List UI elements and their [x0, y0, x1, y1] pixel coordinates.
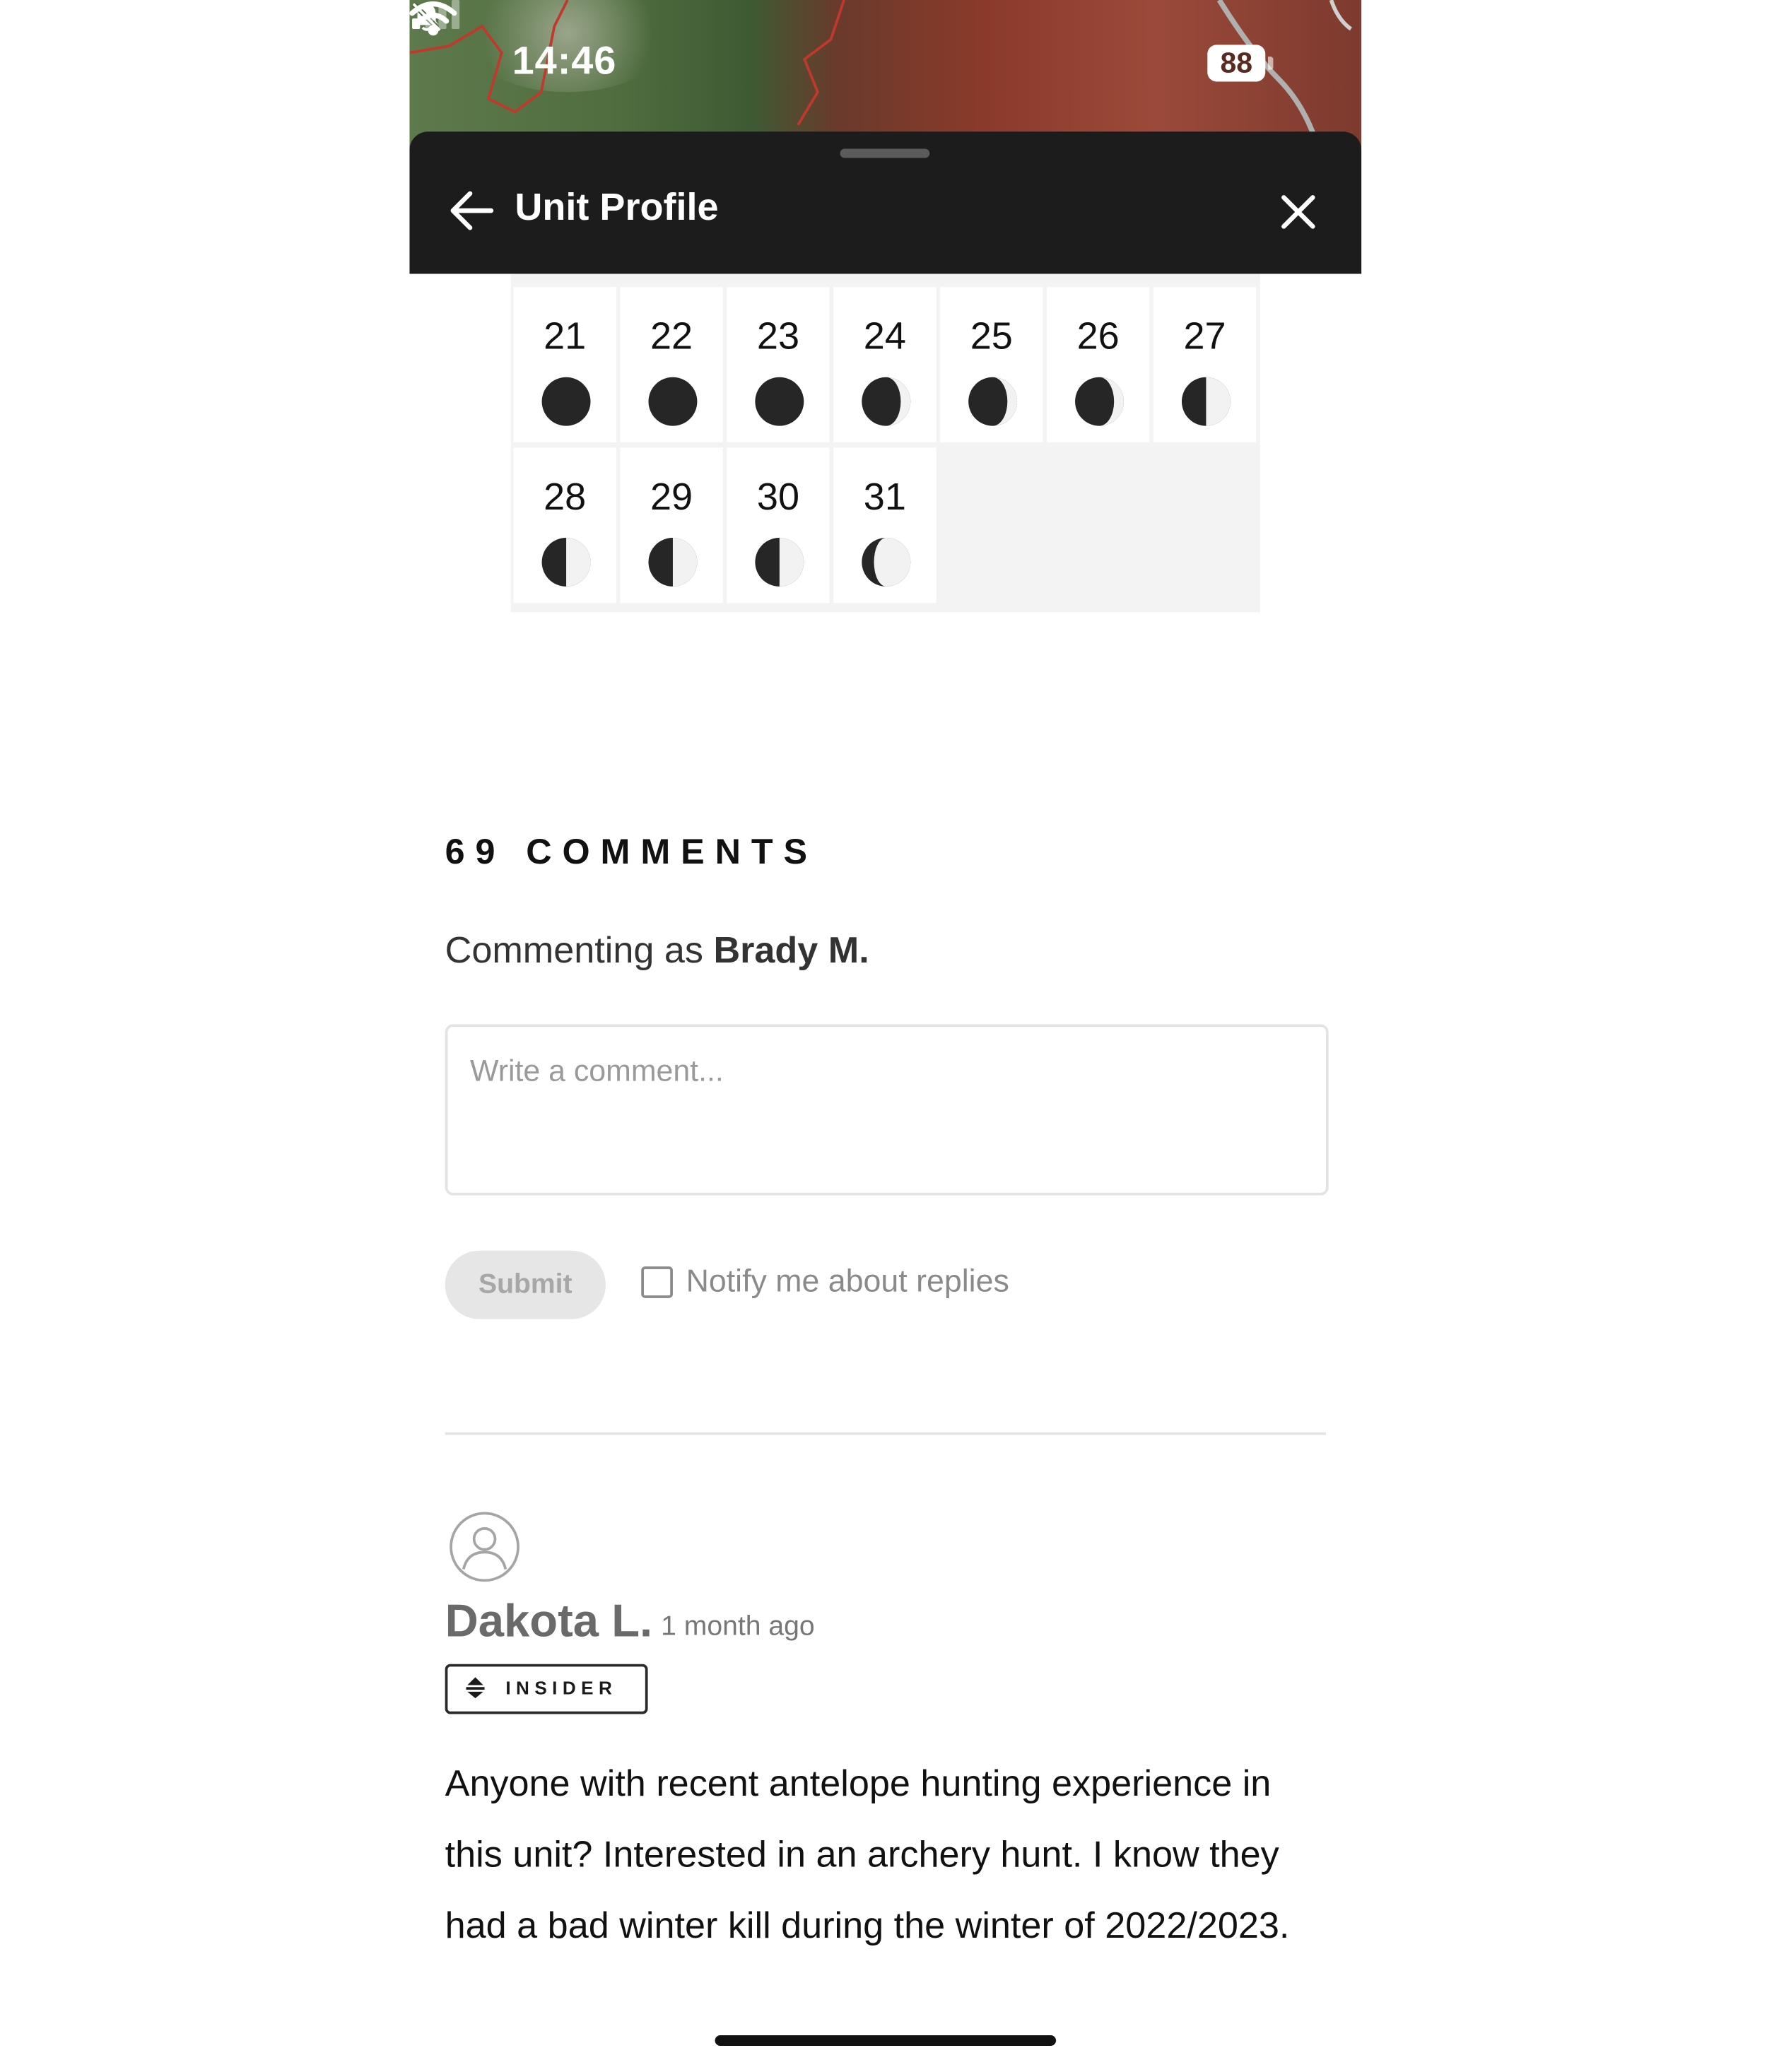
calendar-day-number: 30	[756, 476, 800, 519]
commenting-as-prefix: Commenting as	[445, 929, 703, 970]
calendar-day-number: 28	[544, 476, 587, 519]
home-indicator[interactable]	[715, 2035, 1057, 2046]
moon-first-quarter-icon	[541, 537, 591, 587]
calendar-day: 29	[620, 447, 723, 604]
calendar-day-number: 27	[1183, 316, 1226, 358]
moon-new-icon	[755, 377, 804, 426]
calendar-day-number: 24	[863, 316, 906, 358]
calendar-day: 22	[620, 287, 723, 442]
moon-waxing-crescent-icon	[1075, 377, 1124, 426]
calendar-day-number: 21	[544, 316, 587, 358]
notify-checkbox[interactable]	[641, 1266, 673, 1298]
phone-screen: 14:46 88 Unit Profile 21 22 23 24 25 26 …	[409, 0, 1362, 2072]
moon-waxing-gibbous-icon	[862, 537, 911, 587]
calendar-day-number: 22	[650, 316, 693, 358]
close-icon[interactable]	[1273, 187, 1323, 237]
comment-author[interactable]: Dakota L.	[445, 1596, 652, 1649]
moon-new-icon	[648, 377, 698, 426]
calendar-day: 24	[833, 287, 937, 442]
moon-first-quarter-icon	[1181, 377, 1231, 426]
commenting-as-name: Brady M.	[713, 929, 869, 970]
calendar-day-number: 26	[1076, 316, 1120, 358]
badge-label: INSIDER	[505, 1677, 618, 1699]
calendar-day-number: 29	[650, 476, 693, 519]
calendar-day: 21	[513, 287, 616, 442]
notify-label[interactable]: Notify me about replies	[686, 1264, 1009, 1300]
moon-first-quarter-icon	[648, 537, 698, 587]
wifi-icon	[409, 1, 457, 36]
insider-badge: INSIDER	[445, 1664, 648, 1714]
user-avatar-icon[interactable]	[449, 1512, 520, 1583]
calendar-day: 23	[727, 287, 830, 442]
calendar-day: 30	[727, 447, 830, 604]
insider-logo-icon	[466, 1677, 485, 1699]
moon-waxing-crescent-icon	[968, 377, 1018, 426]
moon-phase-calendar: 21 22 23 24 25 26 27 28 29 30 31	[510, 273, 1260, 613]
moon-new-icon	[541, 377, 591, 426]
submit-button[interactable]: Submit	[445, 1250, 606, 1319]
sheet-header: Unit Profile	[409, 131, 1362, 274]
calendar-day: 31	[833, 447, 937, 604]
comment-text: Anyone with recent antelope hunting expe…	[445, 1762, 1290, 1946]
comment-input[interactable]	[447, 1027, 1326, 1193]
calendar-day-number: 25	[970, 316, 1013, 358]
comment-time: 1 month ago	[661, 1611, 815, 1642]
battery-level: 88	[1207, 45, 1266, 82]
back-arrow-icon[interactable]	[447, 184, 500, 237]
page-title: Unit Profile	[515, 187, 719, 230]
comments-count-heading: 69 COMMENTS	[445, 832, 818, 872]
moon-first-quarter-icon	[755, 537, 804, 587]
calendar-day-number: 23	[756, 316, 800, 358]
map-background[interactable]: 14:46 88	[409, 0, 1362, 148]
moon-waxing-crescent-icon	[862, 377, 911, 426]
comment-input-wrapper	[445, 1024, 1329, 1196]
sheet-grabber[interactable]	[840, 148, 930, 158]
status-time: 14:46	[512, 39, 617, 83]
calendar-day: 25	[940, 287, 1043, 442]
commenting-as: Commenting as Brady M.	[445, 929, 869, 972]
comments-divider	[445, 1432, 1326, 1435]
calendar-day: 28	[513, 447, 616, 604]
calendar-day: 27	[1153, 287, 1257, 442]
calendar-day: 26	[1047, 287, 1150, 442]
battery-indicator: 88	[1207, 45, 1276, 82]
calendar-day-number: 31	[863, 476, 906, 519]
